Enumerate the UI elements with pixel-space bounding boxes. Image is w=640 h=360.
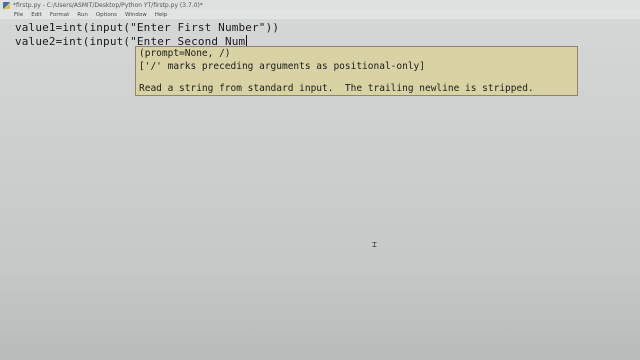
calltip-signature: (prompt=None, /) [139, 48, 231, 59]
title-bar: *firstp.py - C:/Users/ASMIT/Desktop/Pyth… [0, 0, 640, 10]
calltip-docstring: Read a string from standard input. The t… [139, 83, 534, 94]
code-line-text: value1=int(input("Enter First Number")) [15, 21, 280, 34]
menu-options[interactable]: Options [96, 12, 117, 18]
code-editor[interactable]: value1=int(input("Enter First Number")) … [0, 19, 640, 360]
menu-format[interactable]: Format [50, 12, 69, 18]
window-title: *firstp.py - C:/Users/ASMIT/Desktop/Pyth… [13, 1, 203, 9]
menu-run[interactable]: Run [77, 12, 88, 18]
calltip-note: ['/' marks preceding arguments as positi… [139, 61, 425, 72]
menu-help[interactable]: Help [155, 12, 168, 18]
menu-edit[interactable]: Edit [31, 12, 42, 18]
idle-editor-window: *firstp.py - C:/Users/ASMIT/Desktop/Pyth… [0, 0, 640, 360]
text-ibeam-icon: ⌶ [372, 240, 377, 249]
menu-window[interactable]: Window [125, 12, 147, 18]
code-line: value1=int(input("Enter First Number")) [15, 21, 279, 34]
menu-file[interactable]: File [14, 12, 23, 18]
python-idle-icon [3, 1, 10, 9]
calltip-popup: (prompt=None, /) ['/' marks preceding ar… [135, 46, 578, 96]
menu-bar: File Edit Format Run Options Window Help [0, 10, 640, 19]
